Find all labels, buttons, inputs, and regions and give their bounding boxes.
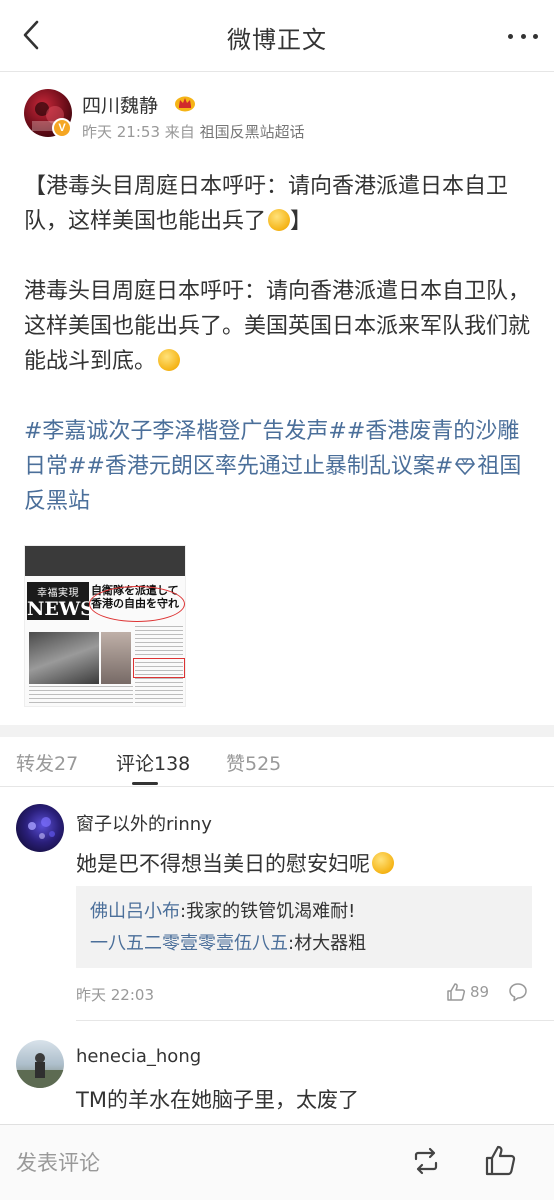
yum-emoji-icon bbox=[158, 349, 181, 371]
newspaper-text-columns bbox=[29, 686, 133, 706]
top-nav-bar: 微博正文 bbox=[0, 0, 554, 72]
reply-text: :材大器粗 bbox=[288, 933, 367, 954]
bottom-action-bar: 发表评论 bbox=[0, 1124, 554, 1200]
newspaper-masthead: 幸福実現 NEWS bbox=[27, 582, 94, 620]
page-title: 微博正文 bbox=[227, 26, 327, 54]
comment-item: 窗子以外的rinny 她是巴不得想当美日的慰安妇呢 佛山吕小布:我家的铁管饥渴难… bbox=[0, 788, 554, 1024]
comment-input[interactable]: 发表评论 bbox=[16, 1147, 100, 1177]
comment-replies-box[interactable]: 佛山吕小布:我家的铁管饥渴难耐! 一八五二零壹零壹伍八五:材大器粗 bbox=[76, 886, 532, 968]
tab-comments[interactable]: 评论138 bbox=[116, 749, 190, 776]
yum-emoji-icon bbox=[268, 209, 291, 231]
red-circle-highlight bbox=[89, 586, 185, 622]
more-dots-icon bbox=[508, 33, 513, 39]
comment-like-button[interactable]: 89 bbox=[446, 982, 489, 1002]
newspaper-portrait bbox=[101, 632, 131, 684]
topic-links[interactable]: #李嘉诚次子李泽楷登广告发声##香港废青的沙雕日常##香港元朗区率先通过止暴制乱… bbox=[24, 419, 519, 479]
post-body-text: 港毒头目周庭日本呼吁：请向香港派遣日本自卫队，这样美国也能出兵了。美国英国日本派… bbox=[24, 279, 531, 374]
comment-item: henecia_hong TM的羊水在她脑子里，太废了 bbox=[0, 1024, 554, 1124]
comment-time: 昨天 22:03 bbox=[76, 986, 154, 1004]
tab-repost[interactable]: 转发27 bbox=[16, 749, 78, 776]
from-label: 来自 bbox=[164, 123, 195, 141]
post-title-text: 【港毒头目周庭日本呼吁：请向香港派遣日本自卫队，这样美国也能出兵了 bbox=[24, 174, 509, 234]
comment-text: TM的羊水在她脑子里，太废了 bbox=[76, 1088, 359, 1112]
commenter-avatar[interactable] bbox=[16, 1040, 64, 1088]
commenter-name[interactable]: 窗子以外的rinny bbox=[76, 810, 212, 836]
post-tabs: 转发27 评论138 赞525 bbox=[0, 737, 554, 787]
reply-item: 佛山吕小布:我家的铁管饥渴难耐! bbox=[90, 896, 518, 928]
tab-likes[interactable]: 赞525 bbox=[226, 749, 281, 776]
reply-bubble-icon[interactable] bbox=[508, 982, 528, 1002]
eye-roll-emoji-icon bbox=[372, 852, 394, 874]
weibo-post: V 四川魏静 昨天 21:53 来自 祖国反黑站超话 【港毒头目周庭日本呼吁：请… bbox=[0, 73, 554, 725]
crown-vip-icon[interactable] bbox=[174, 94, 196, 112]
post-title-close: 】 bbox=[290, 209, 313, 234]
commenter-avatar[interactable] bbox=[16, 804, 64, 852]
newspaper-photo bbox=[29, 632, 99, 684]
post-source[interactable]: 祖国反黑站超话 bbox=[200, 123, 305, 141]
post-topics: #李嘉诚次子李泽楷登广告发声##香港废青的沙雕日常##香港元朗区率先通过止暴制乱… bbox=[24, 414, 538, 519]
active-tab-indicator bbox=[132, 782, 158, 785]
post-time: 昨天 21:53 bbox=[82, 123, 160, 141]
commenter-name[interactable]: henecia_hong bbox=[76, 1046, 201, 1067]
like-thumbs-up-icon[interactable] bbox=[484, 1143, 518, 1177]
reply-author[interactable]: 一八五二零壹零壹伍八五 bbox=[90, 933, 288, 954]
diamond-icon bbox=[455, 458, 476, 475]
reply-author[interactable]: 佛山吕小布 bbox=[90, 901, 180, 922]
repost-icon[interactable] bbox=[410, 1145, 442, 1177]
post-content: 【港毒头目周庭日本呼吁：请向香港派遣日本自卫队，这样美国也能出兵了】 港毒头目周… bbox=[24, 169, 538, 519]
comment-like-count: 89 bbox=[470, 983, 490, 1001]
image-header-bar bbox=[25, 546, 185, 576]
post-body-paragraph: 港毒头目周庭日本呼吁：请向香港派遣日本自卫队，这样美国也能出兵了。美国英国日本派… bbox=[24, 274, 538, 379]
reply-item: 一八五二零壹零壹伍八五:材大器粗 bbox=[90, 928, 518, 960]
post-meta: 昨天 21:53 来自 祖国反黑站超话 bbox=[82, 121, 305, 142]
post-title-paragraph: 【港毒头目周庭日本呼吁：请向香港派遣日本自卫队，这样美国也能出兵了】 bbox=[24, 169, 538, 239]
comment-text: 她是巴不得想当美日的慰安妇呢 bbox=[76, 848, 394, 878]
comment-divider bbox=[76, 1020, 554, 1021]
more-button[interactable] bbox=[508, 24, 538, 48]
post-image-thumbnail[interactable]: 幸福実現 NEWS 自衛隊を派遣して香港の自由を守れ bbox=[24, 545, 186, 707]
author-name[interactable]: 四川魏静 bbox=[82, 91, 158, 118]
section-gap bbox=[0, 725, 554, 737]
red-box-highlight bbox=[133, 658, 185, 678]
thumbs-up-icon bbox=[447, 983, 466, 1001]
verified-badge-icon: V bbox=[52, 118, 72, 138]
reply-text: :我家的铁管饥渴难耐! bbox=[180, 901, 356, 922]
